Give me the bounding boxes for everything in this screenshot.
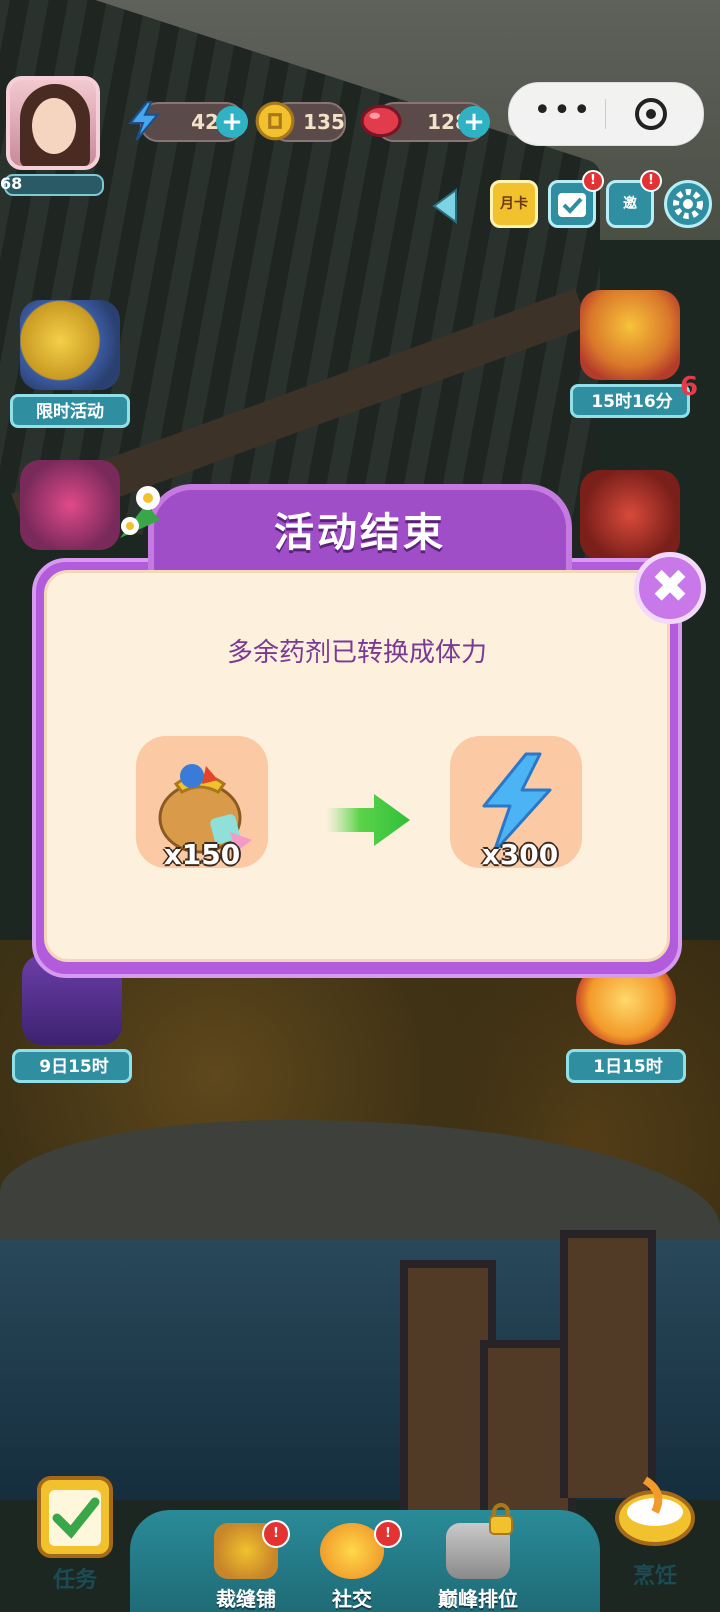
- ranking-button[interactable]: 巅峰排位: [418, 1523, 538, 1612]
- gear-icon: [673, 189, 703, 219]
- dialog-message: 多余药剂已转换成体力: [226, 638, 487, 668]
- player-level: 68: [0, 174, 23, 193]
- close-button[interactable]: ✖: [634, 552, 706, 624]
- notification-badge: !: [640, 170, 662, 192]
- dialog-title: 活动结束: [274, 510, 446, 556]
- close-icon: ✖: [650, 559, 690, 613]
- bottom-nav: 任务 裁缝铺 ! 社交 ! 巅峰排位 烹饪: [0, 1476, 720, 1612]
- red-chest-icon: [580, 470, 680, 560]
- gem-counter[interactable]: 128 +: [360, 102, 490, 142]
- lightning-icon: [128, 101, 160, 141]
- cooking-pot-icon: [615, 1476, 695, 1546]
- treasure-chest-icon: [580, 290, 680, 380]
- mini-program-capsule: •••: [508, 82, 704, 146]
- collapse-arrow-icon[interactable]: [430, 188, 460, 224]
- month-card-button[interactable]: 月卡: [490, 180, 538, 228]
- target-icon[interactable]: [635, 98, 667, 130]
- notification-badge: !: [374, 1520, 402, 1548]
- add-gems-button[interactable]: +: [458, 106, 490, 138]
- coin-counter: 135: [255, 101, 346, 142]
- ruby-icon: [360, 104, 402, 138]
- calendar-check-icon: [558, 193, 586, 217]
- coin-icon: [255, 101, 295, 141]
- limited-event-entry[interactable]: 限时活动: [10, 300, 130, 428]
- energy-count: x300: [481, 838, 559, 871]
- lock-icon: [489, 1503, 513, 1535]
- event-badge-number: 6: [680, 372, 699, 402]
- potion-count: x150: [163, 838, 241, 871]
- notification-badge: !: [582, 170, 604, 192]
- flower-icon: [120, 486, 160, 538]
- cooking-button[interactable]: 烹饪: [590, 1472, 720, 1612]
- chest-event-entry[interactable]: [570, 470, 690, 560]
- checklist-icon: [37, 1476, 113, 1558]
- more-dots-icon[interactable]: •••: [533, 96, 593, 131]
- clock-event-icon: [20, 300, 120, 390]
- arrow-right-icon: [326, 794, 410, 846]
- energy-counter[interactable]: 423 +: [128, 101, 248, 142]
- player-avatar[interactable]: [6, 76, 100, 170]
- task-button[interactable]: 任务: [10, 1472, 140, 1612]
- treasure-event-entry[interactable]: 15时16分: [570, 290, 690, 418]
- settings-button[interactable]: [664, 180, 712, 228]
- gift-bag-icon: [20, 460, 120, 550]
- notification-badge: !: [262, 1520, 290, 1548]
- add-energy-button[interactable]: +: [216, 106, 248, 138]
